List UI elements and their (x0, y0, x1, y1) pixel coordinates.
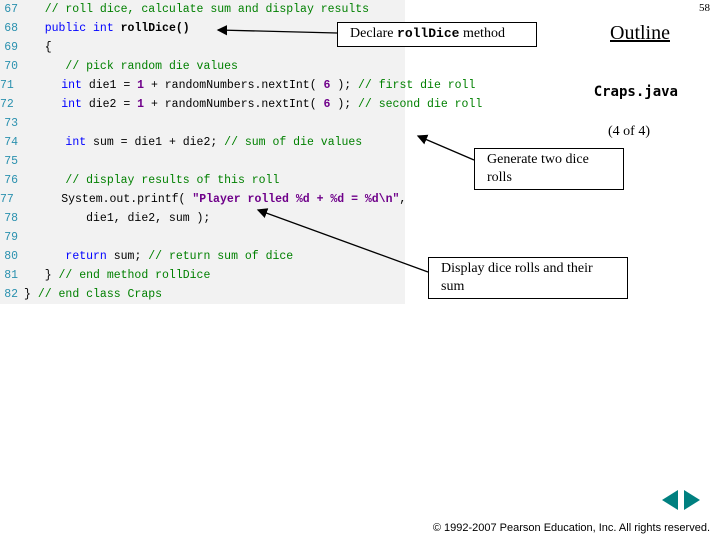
code-line: 72 int die2 = 1 + randomNumbers.nextInt(… (0, 95, 405, 114)
line-number: 79 (0, 228, 24, 247)
outline-heading: Outline (610, 22, 670, 45)
code-text: public int rollDice() (24, 19, 190, 38)
code-line: 77 System.out.printf( "Player rolled %d … (0, 190, 405, 209)
code-text: { (24, 38, 52, 57)
code-text: die1, die2, sum ); (24, 209, 210, 228)
callout-generate-rolls: Generate two dice rolls (474, 148, 624, 190)
line-number: 71 (0, 76, 20, 95)
callout-text: Display dice rolls and their sum (441, 260, 619, 295)
line-number: 69 (0, 38, 24, 57)
code-line: 81 } // end method rollDice (0, 266, 405, 285)
line-number: 67 (0, 0, 24, 19)
callout-code: rollDice (397, 26, 459, 41)
line-number: 81 (0, 266, 24, 285)
code-text: int sum = die1 + die2; // sum of die val… (24, 133, 362, 152)
callout-declare-method: Declare rollDice method (337, 22, 537, 47)
prev-slide-button[interactable] (662, 490, 678, 510)
file-name-label: Craps.java (594, 84, 678, 100)
code-line: 82} // end class Craps (0, 285, 405, 304)
slide-nav (662, 490, 700, 510)
copyright-notice: © 1992-2007 Pearson Education, Inc. All … (433, 522, 710, 534)
code-line: 67 // roll dice, calculate sum and displ… (0, 0, 405, 19)
code-text: // roll dice, calculate sum and display … (24, 0, 369, 19)
line-number: 78 (0, 209, 24, 228)
line-number: 77 (0, 190, 20, 209)
code-text: int die2 = 1 + randomNumbers.nextInt( 6 … (20, 95, 482, 114)
callout-text: Generate two dice rolls (487, 151, 615, 186)
code-line: 71 int die1 = 1 + randomNumbers.nextInt(… (0, 76, 405, 95)
code-line: 73 (0, 114, 405, 133)
line-number: 70 (0, 57, 24, 76)
code-text: return sum; // return sum of dice (24, 247, 293, 266)
code-line: 75 (0, 152, 405, 171)
code-line: 74 int sum = die1 + die2; // sum of die … (0, 133, 405, 152)
line-number: 80 (0, 247, 24, 266)
code-text: // pick random die values (24, 57, 238, 76)
page-number: 58 (699, 2, 710, 14)
code-line: 70 // pick random die values (0, 57, 405, 76)
code-line: 80 return sum; // return sum of dice (0, 247, 405, 266)
code-text: // display results of this roll (24, 171, 279, 190)
callout-display-sum: Display dice rolls and their sum (428, 257, 628, 299)
code-line: 76 // display results of this roll (0, 171, 405, 190)
code-line: 79 (0, 228, 405, 247)
code-text: } // end class Craps (24, 285, 162, 304)
line-number: 74 (0, 133, 24, 152)
code-text: } // end method rollDice (24, 266, 210, 285)
code-line: 78 die1, die2, sum ); (0, 209, 405, 228)
line-number: 72 (0, 95, 20, 114)
callout-text: Declare (350, 26, 397, 41)
line-number: 82 (0, 285, 24, 304)
line-number: 75 (0, 152, 24, 171)
code-text: System.out.printf( "Player rolled %d + %… (20, 190, 406, 209)
page-counter: (4 of 4) (608, 124, 650, 140)
next-slide-button[interactable] (684, 490, 700, 510)
line-number: 76 (0, 171, 24, 190)
code-text: int die1 = 1 + randomNumbers.nextInt( 6 … (20, 76, 476, 95)
line-number: 73 (0, 114, 24, 133)
callout-text: method (459, 26, 505, 41)
line-number: 68 (0, 19, 24, 38)
